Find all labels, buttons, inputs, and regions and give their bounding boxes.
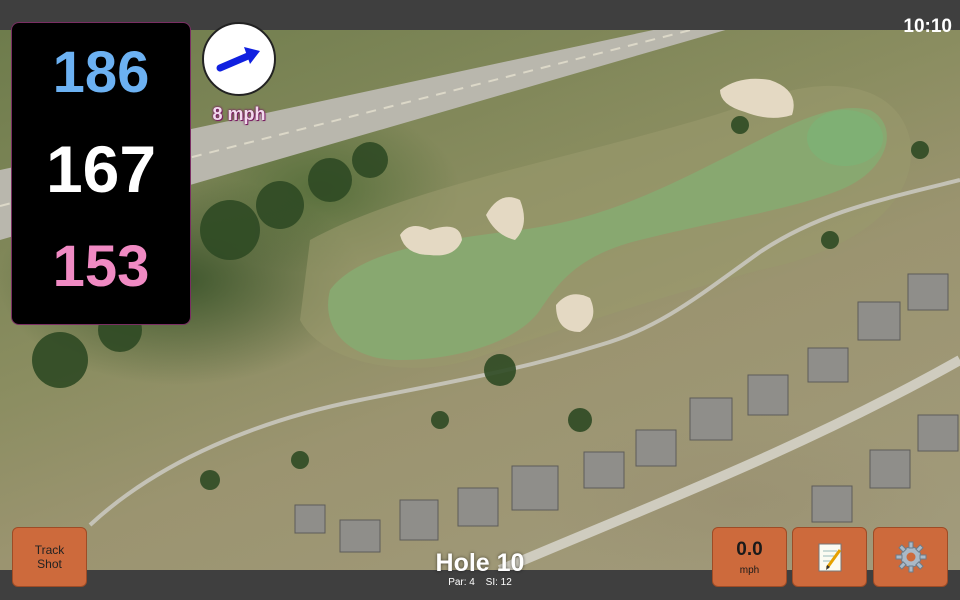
speed-button[interactable]: 0.0 mph <box>712 527 787 587</box>
wind-speed-label: 8 mph <box>212 104 266 124</box>
hole-stroke-index: SI: 12 <box>485 577 512 588</box>
wind-direction-arrow-icon <box>216 47 260 72</box>
notepad-icon <box>818 543 841 572</box>
speed-value: 0.0 <box>736 538 763 560</box>
settings-button[interactable] <box>873 527 948 587</box>
putting-green <box>807 110 883 166</box>
center-yardage: 167 <box>45 132 157 206</box>
speed-unit: mph <box>739 564 760 576</box>
track-shot-label-line1: Track <box>34 543 65 557</box>
track-shot-label-line2: Shot <box>37 557 62 571</box>
gear-icon <box>895 541 926 573</box>
clock: 10:10 <box>903 16 952 37</box>
front-yardage: 153 <box>52 234 150 299</box>
hole-par: Par: 4 <box>448 577 475 588</box>
wind-indicator <box>202 22 276 96</box>
track-shot-button[interactable]: Track Shot <box>12 527 87 587</box>
yardage-panel: 186 167 153 <box>11 22 191 325</box>
hole-info: Par: 4 SI: 12 <box>380 577 580 588</box>
notes-button[interactable] <box>792 527 867 587</box>
back-yardage: 186 <box>52 40 150 105</box>
hole-title: Hole 10 <box>435 549 525 577</box>
